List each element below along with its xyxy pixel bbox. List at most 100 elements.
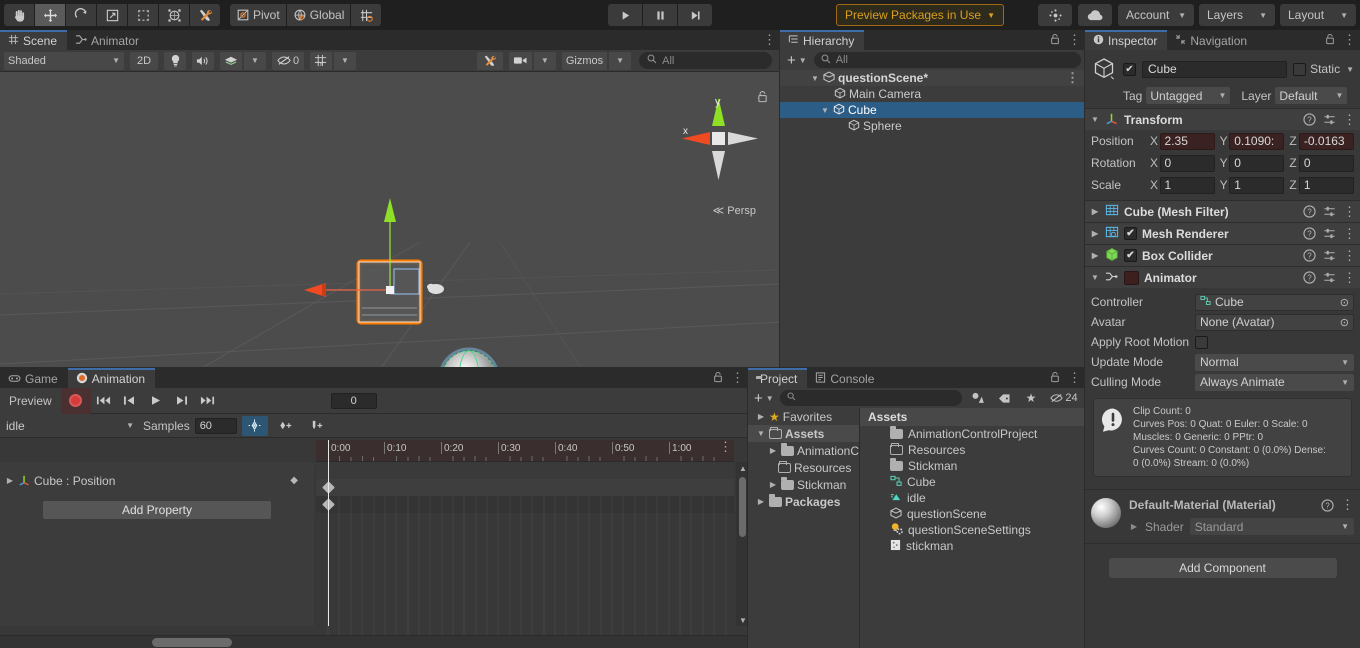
toggle-2d-button[interactable]: 2D xyxy=(130,51,158,70)
scene-camera-dropdown[interactable]: ▼ xyxy=(533,51,556,70)
preset-icon[interactable] xyxy=(1323,113,1336,126)
object-picker-icon[interactable]: ⊙ xyxy=(1340,296,1349,309)
record-button[interactable] xyxy=(60,387,91,414)
project-hidden-count[interactable]: 24 xyxy=(1046,389,1082,407)
pivot-toggle-button[interactable]: Pivot xyxy=(230,4,286,26)
first-keyframe-button[interactable] xyxy=(91,388,117,414)
animation-hscrollbar[interactable] xyxy=(0,635,748,648)
chevron-right-icon[interactable]: ▶ xyxy=(1090,229,1100,238)
rotation-y-field[interactable]: 0 xyxy=(1229,154,1285,172)
last-keyframe-button[interactable] xyxy=(195,388,221,414)
chevron-down-icon[interactable]: ▼ xyxy=(1090,273,1100,282)
project-tree-stickman[interactable]: ▶ Stickman xyxy=(748,476,859,493)
gameobject-name-field[interactable]: Cube xyxy=(1142,60,1288,78)
scene-lock-icon[interactable] xyxy=(757,90,768,106)
project-item-resources[interactable]: Resources xyxy=(860,442,1085,458)
chevron-right-icon[interactable]: ▶ xyxy=(5,476,15,485)
curve-row-position[interactable]: ▶ Cube : Position ◆ xyxy=(0,472,314,489)
favorites-filter-button[interactable]: ★ xyxy=(1019,389,1043,407)
tab-navigation[interactable]: Navigation xyxy=(1167,30,1258,50)
tab-scene[interactable]: Scene xyxy=(0,30,68,50)
chevron-right-icon[interactable]: ▶ xyxy=(756,412,766,421)
timeline-playhead[interactable] xyxy=(328,440,329,626)
project-menu-icon[interactable]: ⋮ xyxy=(1068,371,1081,384)
layout-dropdown[interactable]: Layout ▼ xyxy=(1280,4,1356,26)
animation-lock-icon[interactable] xyxy=(713,371,723,386)
hierarchy-menu-icon[interactable]: ⋮ xyxy=(1068,33,1081,46)
custom-editor-tool-button[interactable] xyxy=(190,4,220,26)
timeline-ruler[interactable]: 0:00 0:10 0:20 0:30 0:40 0:50 1:00 ⋮ xyxy=(316,440,734,462)
animation-play-button[interactable] xyxy=(143,388,169,414)
help-icon[interactable]: ? xyxy=(1321,498,1334,512)
project-tree-animationcontrol[interactable]: ▶ AnimationC xyxy=(748,442,859,459)
chevron-right-icon[interactable]: ▶ xyxy=(1090,251,1100,260)
add-keyframe-button[interactable] xyxy=(273,416,299,436)
chevron-down-icon[interactable]: ▼ xyxy=(820,106,830,115)
chevron-down-icon[interactable]: ▼ xyxy=(756,429,766,438)
timeline-menu-icon[interactable]: ⋮ xyxy=(719,440,732,453)
add-component-button[interactable]: Add Component xyxy=(1108,558,1337,578)
step-button[interactable] xyxy=(678,4,712,26)
rotation-z-field[interactable]: 0 xyxy=(1298,154,1355,172)
component-header-mesh-filter[interactable]: ▶ Cube (Mesh Filter) ? ⋮ xyxy=(1085,200,1360,222)
hierarchy-row-scene[interactable]: ▼ questionScene* ⋮ xyxy=(780,70,1085,86)
scene-viewport[interactable]: y x ≪ Persp xyxy=(0,72,780,398)
scene-tools-button[interactable] xyxy=(476,51,503,70)
component-header-transform[interactable]: ▼ Transform ? ⋮ xyxy=(1085,108,1360,130)
gizmos-button[interactable]: Gizmos xyxy=(561,51,608,70)
position-y-field[interactable]: 0.1090: xyxy=(1229,132,1285,150)
chevron-right-icon[interactable]: ▶ xyxy=(756,497,766,506)
animator-menu-icon[interactable]: ⋮ xyxy=(1343,271,1356,284)
rect-tool-button[interactable] xyxy=(128,4,158,26)
animation-timeline[interactable]: 0:00 0:10 0:20 0:30 0:40 0:50 1:00 ⋮ xyxy=(316,440,734,648)
scene-axis-gizmo[interactable]: y x xyxy=(682,94,758,194)
play-button[interactable] xyxy=(608,4,642,26)
project-item-stickman-folder[interactable]: Stickman xyxy=(860,458,1085,474)
transform-tool-button[interactable] xyxy=(159,4,189,26)
help-icon[interactable]: ? xyxy=(1303,249,1316,262)
tab-animation[interactable]: Animation xyxy=(67,368,156,388)
project-item-animationcontrolproject[interactable]: AnimationControlProject xyxy=(860,426,1085,442)
layer-dropdown[interactable]: Default ▼ xyxy=(1275,87,1348,104)
mesh-renderer-enabled-checkbox[interactable]: ✔ xyxy=(1124,227,1137,240)
grid-snap-button[interactable] xyxy=(351,4,382,26)
chevron-right-icon[interactable]: ▶ xyxy=(1090,207,1100,216)
pause-button[interactable] xyxy=(643,4,677,26)
scene-projection-label[interactable]: ≪ Persp xyxy=(713,204,756,217)
gizmos-dropdown[interactable]: ▼ xyxy=(609,51,632,70)
collab-icon-button[interactable] xyxy=(1038,4,1072,26)
help-icon[interactable]: ? xyxy=(1303,227,1316,240)
box-collider-enabled-checkbox[interactable]: ✔ xyxy=(1124,249,1137,262)
tab-animator[interactable]: Animator xyxy=(67,30,150,50)
scale-y-field[interactable]: 1 xyxy=(1229,176,1285,194)
avatar-object-field[interactable]: None (Avatar) ⊙ xyxy=(1195,313,1354,331)
scale-x-field[interactable]: 1 xyxy=(1159,176,1215,194)
position-z-field[interactable]: -0.0163 xyxy=(1298,132,1355,150)
audio-toggle-button[interactable] xyxy=(192,51,214,70)
rotation-x-field[interactable]: 0 xyxy=(1159,154,1215,172)
curve-keyframe-diamond-icon[interactable]: ◆ xyxy=(290,475,298,486)
preview-toggle-button[interactable]: Preview xyxy=(0,387,61,414)
project-lock-icon[interactable] xyxy=(1050,371,1060,386)
samples-field[interactable]: 60 xyxy=(194,417,237,434)
tag-dropdown[interactable]: Untagged ▼ xyxy=(1146,87,1231,104)
tab-project[interactable]: Project xyxy=(748,368,808,388)
hierarchy-lock-icon[interactable] xyxy=(1050,33,1060,48)
lighting-toggle-button[interactable] xyxy=(164,51,186,70)
preview-packages-button[interactable]: Preview Packages in Use ▼ xyxy=(836,4,1004,26)
hierarchy-add-button[interactable]: + ▼ xyxy=(784,52,810,69)
hand-tool-button[interactable] xyxy=(4,4,34,26)
layers-dropdown[interactable]: Layers ▼ xyxy=(1199,4,1275,26)
component-header-mesh-renderer[interactable]: ▶ ✔ Mesh Renderer ? ⋮ xyxy=(1085,222,1360,244)
tab-game[interactable]: Game xyxy=(0,368,68,388)
project-item-questionscenesettings[interactable]: questionSceneSettings xyxy=(860,522,1085,538)
clip-dropdown[interactable]: idle ▼ xyxy=(2,417,138,434)
key-all-button[interactable] xyxy=(241,415,268,436)
scene-row-menu-icon[interactable]: ⋮ xyxy=(1066,71,1079,84)
rotate-tool-button[interactable] xyxy=(66,4,96,26)
static-checkbox[interactable] xyxy=(1293,62,1307,76)
account-dropdown[interactable]: Account ▼ xyxy=(1118,4,1194,26)
project-search-input[interactable] xyxy=(779,390,962,406)
help-icon[interactable]: ? xyxy=(1303,205,1316,218)
chevron-right-icon[interactable]: ▶ xyxy=(768,446,778,455)
